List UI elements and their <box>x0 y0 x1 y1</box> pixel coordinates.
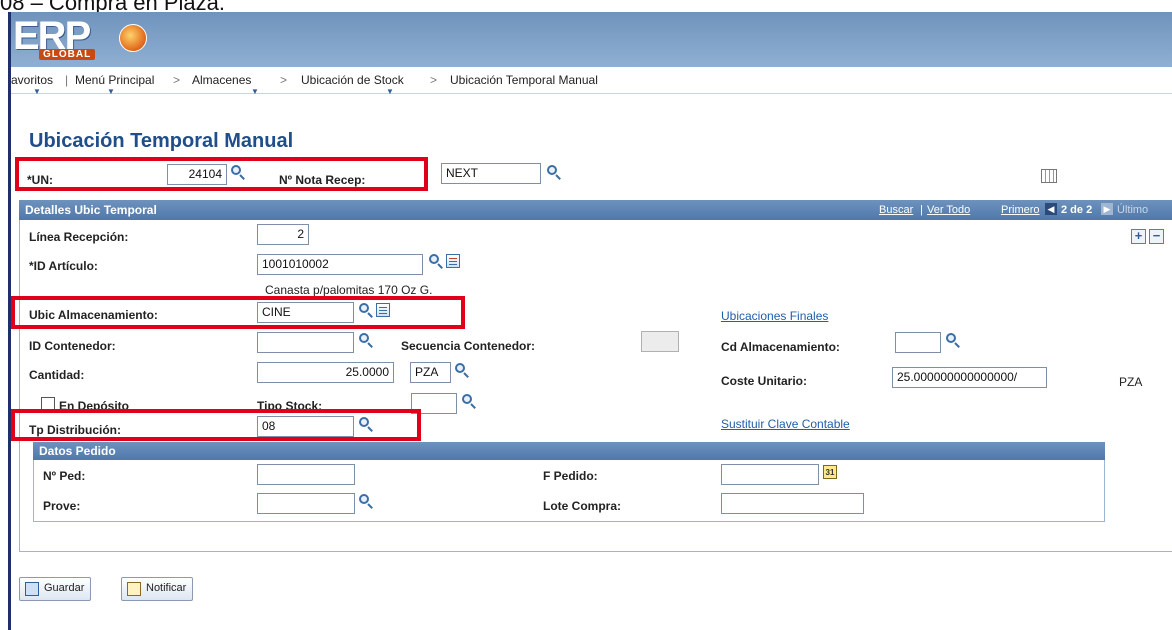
chevron-down-icon[interactable]: ▼ <box>251 87 259 96</box>
lote-compra-label: Lote Compra: <box>543 499 621 513</box>
erp-logo: ERP GLOBAL <box>13 14 163 64</box>
add-row-icon[interactable]: + <box>1131 229 1146 244</box>
notificar-label: Notificar <box>146 582 187 594</box>
cd-almacenamiento-field[interactable] <box>895 332 941 353</box>
breadcrumb: avoritos ▼ | Menú Principal ▼ > Almacene… <box>11 68 1172 96</box>
cantidad-field[interactable]: 25.0000 <box>257 362 394 383</box>
buscar-link[interactable]: Buscar <box>879 204 913 216</box>
nped-label: Nº Ped: <box>43 469 86 483</box>
magnifier-icon[interactable] <box>358 333 374 349</box>
articulo-description: Canasta p/palomitas 170 Oz G. <box>265 283 433 297</box>
linea-recepcion-label: Línea Recepción: <box>29 230 129 244</box>
nav-separator: > <box>280 73 288 87</box>
coste-unitario-label: Coste Unitario: <box>721 374 808 388</box>
nav-favoritos[interactable]: avoritos <box>11 73 53 87</box>
chevron-down-icon[interactable]: ▼ <box>107 87 115 96</box>
ver-todo-link[interactable]: Ver Todo <box>927 204 970 216</box>
id-contenedor-label: ID Contenedor: <box>29 339 116 353</box>
ubicaciones-finales-link[interactable]: Ubicaciones Finales <box>721 309 828 323</box>
highlight-box <box>15 157 428 191</box>
nav-separator: > <box>173 73 181 87</box>
page-title: Ubicación Temporal Manual <box>29 130 294 152</box>
guardar-label: Guardar <box>44 582 85 594</box>
lote-compra-field[interactable] <box>721 493 864 514</box>
id-articulo-field[interactable]: 1001010002 <box>257 254 423 275</box>
notificar-button[interactable]: Notificar <box>121 577 194 601</box>
highlight-box <box>11 409 421 441</box>
logo-sub: GLOBAL <box>39 49 96 60</box>
magnifier-icon[interactable] <box>454 363 470 379</box>
detail-list-icon[interactable] <box>446 254 460 268</box>
linea-recepcion-field[interactable]: 2 <box>257 224 309 245</box>
magnifier-icon[interactable] <box>546 165 562 181</box>
notify-icon <box>127 582 141 596</box>
app-header: ERP GLOBAL <box>11 12 1172 67</box>
grid-icon[interactable] <box>1041 169 1057 183</box>
nav-ubicacion-temporal[interactable]: Ubicación Temporal Manual <box>450 73 598 87</box>
section-title: Detalles Ubic Temporal <box>25 203 157 217</box>
coste-unitario-field[interactable]: 25.000000000000000/ <box>892 367 1047 388</box>
link-separator: | <box>920 204 923 216</box>
prev-arrow-icon[interactable]: ◀ <box>1045 203 1057 215</box>
calendar-icon[interactable]: 31 <box>823 465 837 479</box>
f-pedido-label: F Pedido: <box>543 469 598 483</box>
coste-unitario-unit: PZA <box>1119 375 1143 389</box>
magnifier-icon[interactable] <box>358 494 374 510</box>
nav-divider: | <box>65 73 69 87</box>
row-counter: 2 de 2 <box>1061 204 1093 216</box>
nav-separator: > <box>430 73 438 87</box>
prove-field[interactable] <box>257 493 355 514</box>
chevron-down-icon[interactable]: ▼ <box>386 87 394 96</box>
nav-almacenes[interactable]: Almacenes <box>192 73 251 87</box>
globe-icon <box>119 24 147 52</box>
sustituir-clave-link[interactable]: Sustituir Clave Contable <box>721 417 850 431</box>
id-contenedor-field[interactable] <box>257 332 354 353</box>
chevron-down-icon[interactable]: ▼ <box>33 87 41 96</box>
magnifier-icon[interactable] <box>428 254 444 270</box>
datos-pedido-header: Datos Pedido <box>33 442 1105 460</box>
cd-almacenamiento-label: Cd Almacenamiento: <box>721 340 840 354</box>
nav-ubicacion-stock[interactable]: Ubicación de Stock <box>301 73 404 87</box>
app-window: ERP GLOBAL avoritos ▼ | Menú Principal ▼… <box>8 12 1172 630</box>
magnifier-icon[interactable] <box>461 394 477 410</box>
nped-field[interactable] <box>257 464 355 485</box>
cantidad-label: Cantidad: <box>29 368 85 382</box>
nav-menu-principal[interactable]: Menú Principal <box>75 73 154 87</box>
nota-recep-field[interactable]: NEXT <box>441 163 541 184</box>
f-pedido-field[interactable] <box>721 464 819 485</box>
secuencia-contenedor-label: Secuencia Contenedor: <box>401 339 536 353</box>
prove-label: Prove: <box>43 499 81 513</box>
guardar-button[interactable]: Guardar <box>19 577 92 601</box>
unidad-field[interactable]: PZA <box>410 362 451 383</box>
remove-row-icon[interactable]: − <box>1149 229 1164 244</box>
datos-pedido-title: Datos Pedido <box>39 444 116 458</box>
id-articulo-label: *ID Artículo: <box>29 259 98 273</box>
ultimo-link: Último <box>1117 204 1149 216</box>
primero-link[interactable]: Primero <box>1001 204 1040 216</box>
magnifier-icon[interactable] <box>945 333 961 349</box>
next-arrow-icon: ▶ <box>1101 203 1113 215</box>
secuencia-contenedor-field <box>641 331 679 352</box>
detalles-section-header: Detalles Ubic Temporal <box>19 200 1172 220</box>
save-icon <box>25 582 39 596</box>
highlight-box <box>11 296 465 329</box>
